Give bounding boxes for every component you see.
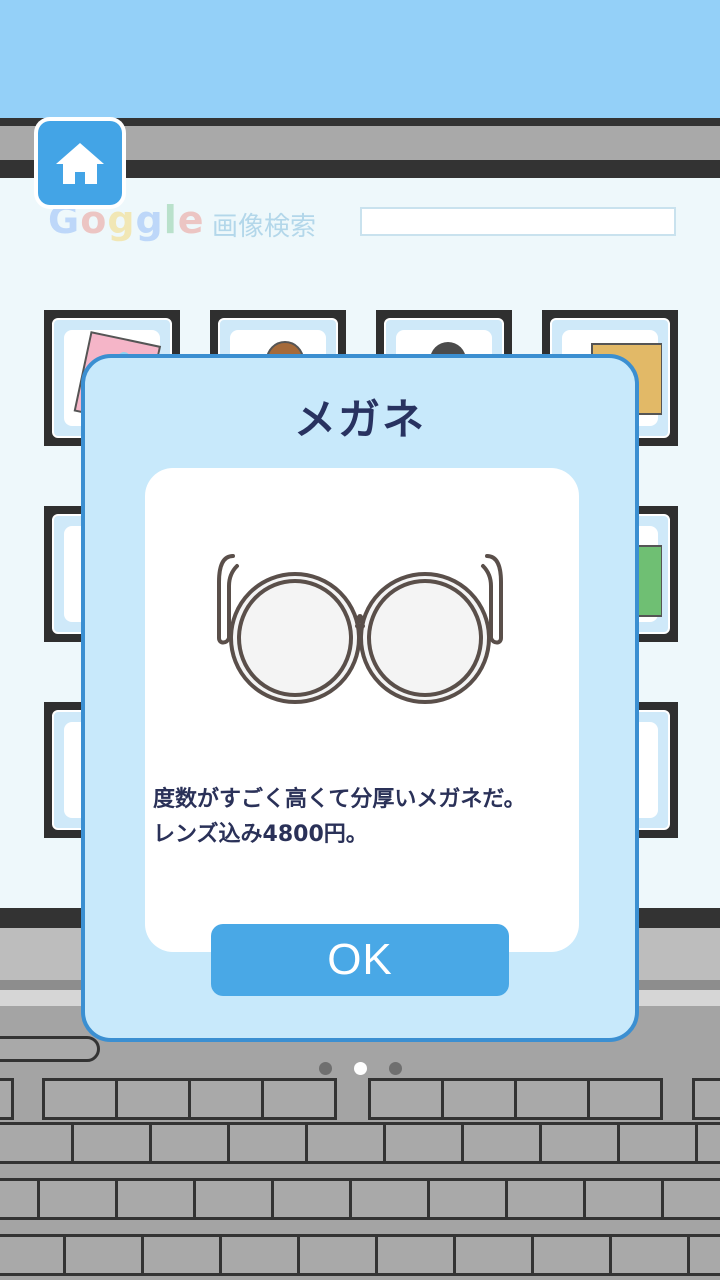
keyboard-key [514, 1078, 590, 1120]
keyboard-key [71, 1122, 152, 1164]
keyboard-key [115, 1078, 191, 1120]
page-dot-active[interactable] [353, 1062, 367, 1075]
keyboard-key [42, 1078, 118, 1120]
laptop-touchbar [0, 1036, 100, 1062]
keyboard-key [0, 1234, 66, 1276]
keyboard-key [587, 1078, 663, 1120]
keyboard-key [692, 1078, 720, 1120]
keyboard-key [0, 1122, 74, 1164]
keyboard-key [115, 1178, 196, 1220]
keyboard-key [227, 1122, 308, 1164]
keyboard-key [141, 1234, 222, 1276]
keyboard-key [383, 1122, 464, 1164]
keyboard-key [539, 1122, 620, 1164]
page-indicator [0, 1062, 720, 1075]
keyboard-key [661, 1178, 720, 1220]
ok-button[interactable]: OK [211, 924, 509, 996]
keyboard-key [305, 1122, 386, 1164]
keyboard-key [609, 1234, 690, 1276]
item-card: 度数がすごく高くて分厚いメガネだ。 レンズ込み4800円。 [145, 468, 579, 952]
keyboard-key [368, 1078, 444, 1120]
dialog-title: メガネ [293, 395, 426, 444]
page-dot[interactable] [388, 1062, 402, 1075]
keyboard-key [427, 1178, 508, 1220]
item-description: 度数がすごく高くて分厚いメガネだ。 レンズ込み4800円。 [153, 787, 526, 847]
keyboard-key [617, 1122, 698, 1164]
keyboard-key [505, 1178, 586, 1220]
sky-background [0, 0, 720, 122]
keyboard-key [441, 1078, 517, 1120]
search-input[interactable] [360, 207, 676, 236]
home-button[interactable] [34, 117, 126, 209]
keyboard-key [188, 1078, 264, 1120]
keyboard-key [149, 1122, 230, 1164]
keyboard-key [297, 1234, 378, 1276]
keyboard-key [261, 1078, 337, 1120]
keyboard-key [271, 1178, 352, 1220]
keyboard-key [695, 1122, 720, 1164]
page-dot[interactable] [318, 1062, 332, 1075]
keyboard-key [63, 1234, 144, 1276]
keyboard-key [453, 1234, 534, 1276]
glasses-icon [217, 554, 503, 704]
keyboard-key [219, 1234, 300, 1276]
keyboard-key [531, 1234, 612, 1276]
search-logo-subtitle: 画像検索 [212, 212, 317, 242]
keyboard-key [193, 1178, 274, 1220]
keyboard-key [37, 1178, 118, 1220]
keyboard-key [583, 1178, 664, 1220]
keyboard-key [0, 1178, 40, 1220]
home-icon [56, 143, 104, 184]
keyboard-key [349, 1178, 430, 1220]
keyboard-key [687, 1234, 720, 1276]
keyboard-key [375, 1234, 456, 1276]
keyboard-key [461, 1122, 542, 1164]
keyboard-key [0, 1078, 14, 1120]
item-dialog: メガネ 度数がすごく高くて分厚いメガネだ。 レンズ込み4800円。 OK [81, 354, 639, 1042]
